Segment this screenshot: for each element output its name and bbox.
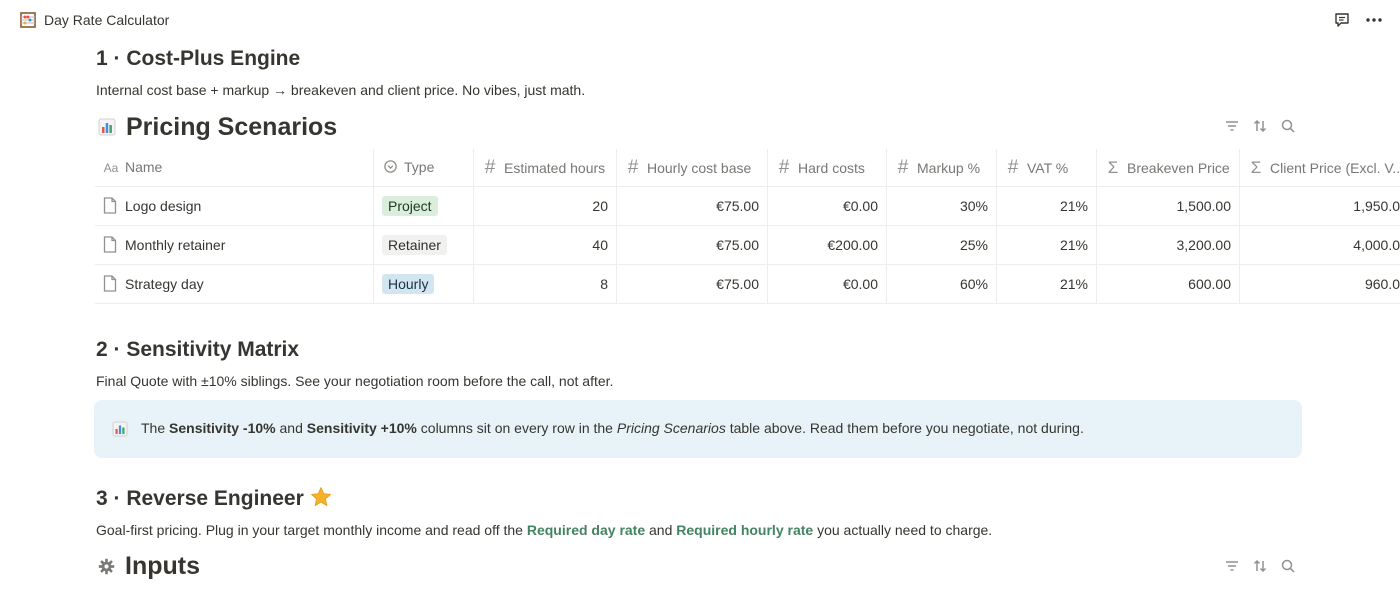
type-tag: Retainer [382,235,447,255]
column-header-hours[interactable]: # Estimated hours [474,149,617,186]
hard-costs-cell[interactable]: €0.00 [768,265,887,303]
column-header-client-price[interactable]: Σ Client Price (Excl. V... [1240,149,1400,186]
markup-cell[interactable]: 25% [887,226,997,264]
page-icon [103,197,117,214]
comment-icon[interactable] [1333,11,1351,29]
number-property-icon: # [484,157,496,178]
breakeven-cell[interactable]: 1,500.00 [1097,187,1240,225]
sort-icon[interactable] [1250,556,1270,576]
breakeven-cell[interactable]: 600.00 [1097,265,1240,303]
star-icon [310,487,331,506]
section-1-description: Internal cost base + markup → breakeven … [96,82,586,98]
pricing-db-title-text: Pricing Scenarios [126,113,338,141]
formula-property-icon: Σ [1250,158,1262,177]
type-cell[interactable]: Retainer [374,226,474,264]
number-property-icon: # [1007,157,1019,178]
select-property-icon [382,149,398,186]
table-row[interactable]: Monthly retainer Retainer 40 €75.00 €200… [95,226,1400,265]
page-icon [103,236,117,253]
top-bar: Day Rate Calculator [0,0,1400,40]
inputs-db-toolbar [1222,556,1302,576]
name-cell[interactable]: Strategy day [95,265,374,303]
client-price-cell[interactable]: 4,000.0 [1240,226,1400,264]
table-row[interactable]: Logo design Project 20 €75.00 €0.00 30% … [95,187,1400,226]
column-header-markup[interactable]: # Markup % [887,149,997,186]
hourly-cell[interactable]: €75.00 [617,226,768,264]
markup-cell[interactable]: 30% [887,187,997,225]
inputs-db-title-text: Inputs [125,552,200,580]
abacus-icon [20,12,36,28]
name-cell[interactable]: Logo design [95,187,374,225]
callout-bold-minus: Sensitivity -10% [169,420,276,436]
column-header-type[interactable]: Type [374,149,474,186]
hard-costs-cell[interactable]: €200.00 [768,226,887,264]
filter-icon[interactable] [1222,116,1242,136]
callout-text: The Sensitivity -10% and Sensitivity +10… [141,420,1084,436]
more-options-icon[interactable] [1364,10,1384,30]
type-tag: Hourly [382,274,435,294]
hourly-cell[interactable]: €75.00 [617,265,768,303]
vat-cell[interactable]: 21% [997,226,1097,264]
client-price-cell[interactable]: 1,950.0 [1240,187,1400,225]
name-cell[interactable]: Monthly retainer [95,226,374,264]
breakeven-cell[interactable]: 3,200.00 [1097,226,1240,264]
vat-cell[interactable]: 21% [997,187,1097,225]
hourly-cell[interactable]: €75.00 [617,187,768,225]
inputs-db-title[interactable]: Inputs [98,551,200,581]
hours-cell[interactable]: 40 [474,226,617,264]
column-header-hard-costs[interactable]: # Hard costs [768,149,887,186]
type-cell[interactable]: Project [374,187,474,225]
page-title[interactable]: Day Rate Calculator [44,12,169,28]
pricing-db-toolbar [1222,116,1302,136]
required-day-rate-highlight: Required day rate [526,522,646,538]
markup-cell[interactable]: 60% [887,265,997,303]
formula-property-icon: Σ [1107,158,1119,177]
vat-cell[interactable]: 21% [997,265,1097,303]
section-3-description: Goal-first pricing. Plug in your target … [96,522,993,538]
table-header-row: Aa Name Type # Estimated hours # Hourly cos… [95,149,1400,187]
hours-cell[interactable]: 8 [474,265,617,303]
column-header-hourly[interactable]: # Hourly cost base [617,149,768,186]
sort-icon[interactable] [1250,116,1270,136]
number-property-icon: # [778,157,790,178]
client-price-cell[interactable]: 960.0 [1240,265,1400,303]
pricing-table: Aa Name Type # Estimated hours # Hourly cos… [95,149,1400,304]
page-icon [103,275,117,292]
type-tag: Project [382,196,438,216]
sensitivity-callout: The Sensitivity -10% and Sensitivity +10… [94,400,1302,458]
section-2-heading: 2 · Sensitivity Matrix [96,338,300,361]
section-3-heading: 3 · Reverse Engineer [96,486,332,512]
bar-chart-icon [98,118,116,136]
hard-costs-cell[interactable]: €0.00 [768,187,887,225]
hours-cell[interactable]: 20 [474,187,617,225]
required-hourly-rate-highlight: Required hourly rate [676,522,814,538]
column-header-vat[interactable]: # VAT % [997,149,1097,186]
table-row[interactable]: Strategy day Hourly 8 €75.00 €0.00 60% 2… [95,265,1400,304]
callout-italic-table: Pricing Scenarios [616,420,726,436]
bar-chart-icon [112,421,128,437]
gear-icon [98,558,115,575]
type-cell[interactable]: Hourly [374,265,474,303]
number-property-icon: # [627,157,639,178]
filter-icon[interactable] [1222,556,1242,576]
callout-bold-plus: Sensitivity +10% [306,420,417,436]
column-header-breakeven[interactable]: Σ Breakeven Price [1097,149,1240,186]
section-1-heading: 1 · Cost-Plus Engine [96,47,301,70]
pricing-db-title[interactable]: Pricing Scenarios [98,112,337,142]
column-header-name[interactable]: Aa Name [95,149,374,186]
number-property-icon: # [897,157,909,178]
text-property-icon: Aa [103,161,119,175]
search-icon[interactable] [1278,116,1298,136]
search-icon[interactable] [1278,556,1298,576]
section-2-description: Final Quote with ±10% siblings. See your… [96,373,614,389]
